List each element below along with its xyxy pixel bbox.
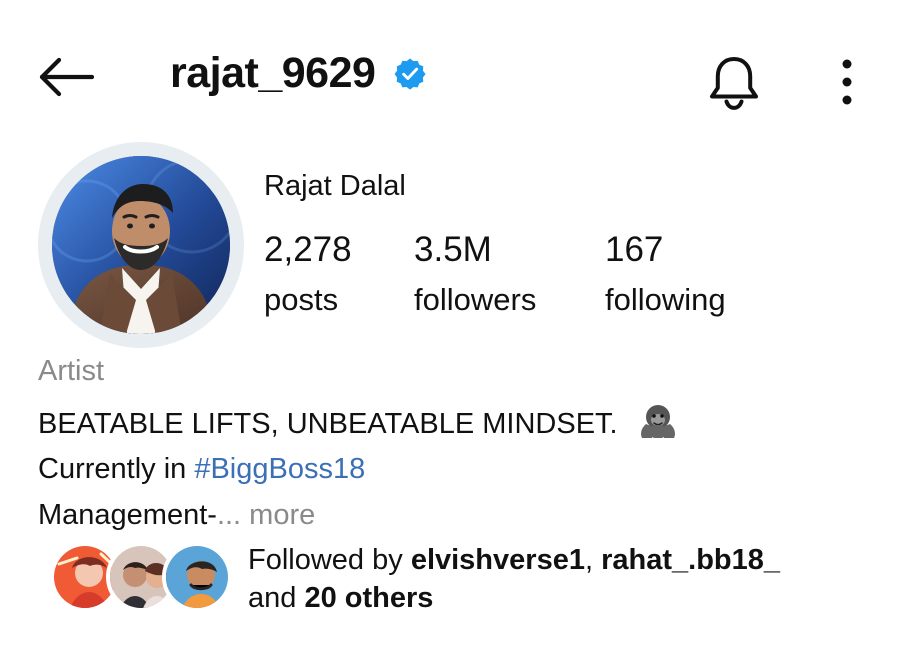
followed-by-section[interactable]: Followed by elvishverse1, rahat_.bb18_ a… [50,542,910,624]
bell-icon [710,57,758,110]
profile-display-name: Rajat Dalal [264,170,406,202]
username: rajat_9629 [170,49,376,97]
following-label: following [605,282,726,317]
followers-count: 3.5M [414,230,492,269]
profile-category: Artist [38,355,105,387]
biggboss-hashtag-link[interactable]: #BiggBoss18 [194,453,365,485]
bio-line-2: Currently in #BiggBoss18 [38,452,898,487]
mutual-follower-avatar [162,542,232,612]
posts-stat[interactable]: 2,278 posts [264,232,352,315]
mutual-follower-avatars [50,542,232,616]
gorilla-emoji-icon [640,405,675,438]
profile-picture-illustration [52,156,230,334]
status-bar-fragment [40,0,882,4]
followers-label: followers [414,282,537,317]
followed-by-separator: , [584,544,602,576]
bio-more-link[interactable]: ... more [217,499,315,531]
notifications-button[interactable] [702,50,766,114]
bio-line-1-text: BEATABLE LIFTS, UNBEATABLE MINDSET. [38,408,618,440]
mutual-follower-avatar-illustration [166,546,228,608]
followed-by-text: Followed by elvishverse1, rahat_.bb18_ a… [248,542,898,617]
profile-bio: Artist BEATABLE LIFTS, UNBEATABLE MINDSE… [38,357,898,543]
profile-header: rajat_9629 [0,40,922,112]
verified-badge-icon [394,58,426,90]
bio-line-3: Management-... more [38,498,898,533]
back-button[interactable] [34,56,96,98]
arrow-left-icon [39,57,95,97]
posts-count: 2,278 [264,230,352,269]
bio-line-1: BEATABLE LIFTS, UNBEATABLE MINDSET. [38,400,898,442]
mutual-follower-username-1[interactable]: elvishverse1 [411,544,585,576]
followers-stat[interactable]: 3.5M followers [414,232,536,315]
following-stat[interactable]: 167 following [605,232,726,315]
username-row: rajat_9629 [170,52,427,95]
profile-picture-ring[interactable] [38,142,244,348]
mutual-follower-username-2[interactable]: rahat_.bb18_ [601,544,780,576]
followed-by-prefix: Followed by [248,544,411,576]
bio-line-2-prefix: Currently in [38,453,195,486]
following-count: 167 [605,230,664,269]
more-options-button[interactable] [826,48,868,112]
posts-label: posts [264,282,339,317]
followed-by-and: and [248,581,305,614]
followed-by-others-count[interactable]: 20 others [304,582,433,614]
profile-picture[interactable] [52,156,230,334]
more-vertical-icon [842,59,852,105]
bio-line-3-prefix: Management- [38,498,217,531]
